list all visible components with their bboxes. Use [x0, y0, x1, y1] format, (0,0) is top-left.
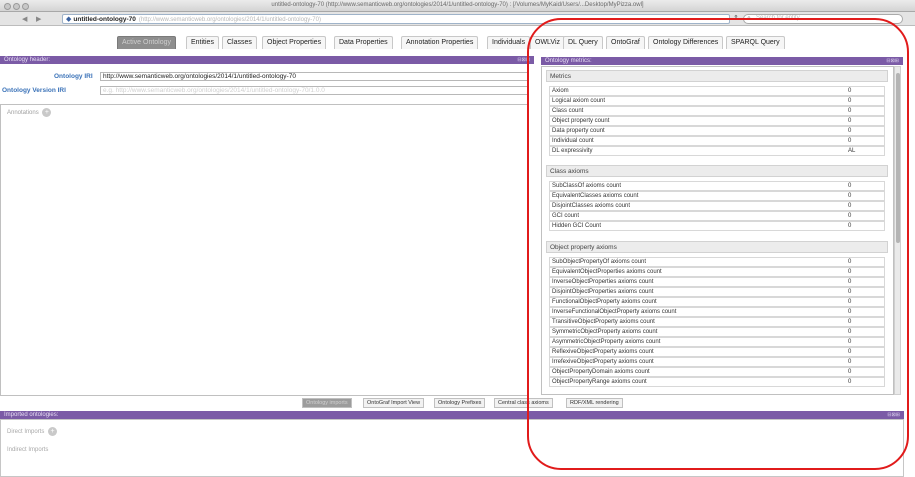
ontology-iri-label: Ontology IRI: [54, 73, 93, 80]
metric-row: Individual count 0: [549, 136, 885, 146]
tab-individuals[interactable]: Individuals: [487, 36, 531, 49]
tab-annotation-properties[interactable]: Annotation Properties: [401, 36, 479, 49]
active-ontology-selector[interactable]: ◆ untitled-ontology-70 (http://www.semanti…: [62, 14, 730, 24]
tab-classes[interactable]: Classes: [222, 36, 257, 49]
metric-row: ObjectPropertyDomain axioms count 0: [549, 367, 885, 377]
window-title: untitled-ontology-70 (http://www.semanti…: [271, 2, 644, 8]
tab-object-properties[interactable]: Object Properties: [262, 36, 327, 49]
add-import-icon[interactable]: +: [48, 427, 58, 436]
back-arrow-icon[interactable]: ◀: [22, 15, 27, 23]
tab-owlviz[interactable]: OWLViz: [530, 36, 566, 49]
tab-ontograf[interactable]: OntoGraf: [606, 36, 645, 49]
tab-ontograf-import-view[interactable]: OntoGraf Import View: [363, 398, 425, 408]
metric-row: Class count 0: [549, 106, 885, 116]
metric-row: Hidden GCI Count 0: [549, 221, 885, 231]
metric-row: EquivalentClasses axioms count 0: [549, 191, 885, 201]
ontology-iri-field[interactable]: http://www.semanticweb.org/ontologies/20…: [100, 72, 528, 81]
metric-row: DisjointObjectProperties axioms count 0: [549, 287, 885, 297]
direct-imports-label: Direct Imports: [7, 429, 45, 436]
metric-row: InverseFunctionalObjectProperty axioms c…: [549, 307, 885, 317]
metric-row: GCI count 0: [549, 211, 885, 221]
tab-ontology-differences[interactable]: Ontology Differences: [648, 36, 724, 49]
ontology-diamond-icon: ◆: [66, 16, 72, 23]
workspace-tabs: Active Ontology Entities Classes Object …: [0, 36, 915, 50]
metric-row: SymmetricObjectProperty axioms count 0: [549, 327, 885, 337]
tab-ontology-imports[interactable]: Ontology imports: [302, 398, 352, 408]
ontology-metrics-title: Ontology metrics:: [545, 58, 592, 64]
metric-row: Object property count 0: [549, 116, 885, 126]
tab-entities[interactable]: Entities: [186, 36, 219, 49]
direct-imports-header: Direct Imports +: [7, 427, 58, 436]
active-ontology-name: untitled-ontology-70: [73, 16, 136, 23]
metric-row: SubClassOf axioms count 0: [549, 181, 885, 191]
imported-ontologies-titlebar: Imported ontologies: ⊟⊠⊞: [0, 411, 904, 419]
entity-search-input[interactable]: ⌕ Search for entity: [743, 14, 903, 24]
tab-dl-query[interactable]: DL Query: [563, 36, 603, 49]
annotations-label: Annotations: [7, 110, 39, 117]
imported-ontologies-pane: Direct Imports + Indirect Imports: [0, 419, 904, 477]
metric-row: DL expressivity AL: [549, 146, 885, 156]
metrics-scrollbar[interactable]: [894, 66, 901, 395]
section-metrics-header: Metrics: [546, 70, 888, 82]
tab-active-ontology[interactable]: Active Ontology: [117, 36, 177, 49]
tab-sparql-query[interactable]: SPARQL Query: [726, 36, 785, 49]
tab-central-class-axioms[interactable]: Central class axioms: [494, 398, 553, 408]
indirect-imports-label: Indirect Imports: [7, 447, 49, 453]
metric-row: AsymmetricObjectProperty axioms count 0: [549, 337, 885, 347]
metric-row: FunctionalObjectProperty axioms count 0: [549, 297, 885, 307]
panel-window-buttons[interactable]: ⊟⊠⊞: [517, 56, 530, 64]
tab-ontology-prefixes[interactable]: Ontology Prefixes: [434, 398, 486, 408]
bottom-tabs: Ontology imports OntoGraf Import View On…: [0, 398, 915, 408]
selector-arrows-icon[interactable]: ⇕: [733, 14, 739, 22]
section-class-axioms-header: Class axioms: [546, 165, 888, 177]
metrics-scrollbar-thumb[interactable]: [896, 73, 900, 243]
ontology-header-titlebar: Ontology header: ⊟⊠⊞: [0, 56, 534, 64]
annotations-header: Annotations +: [7, 108, 52, 117]
add-annotation-icon[interactable]: +: [42, 108, 52, 117]
ontology-metrics-titlebar: Ontology metrics: ⊟⊠⊞: [541, 57, 903, 65]
metric-row: Logical axiom count 0: [549, 96, 885, 106]
metric-row: ReflexiveObjectProperty axioms count 0: [549, 347, 885, 357]
forward-arrow-icon[interactable]: ▶: [36, 15, 41, 23]
metric-row: SubObjectPropertyOf axioms count 0: [549, 257, 885, 267]
metric-row: InverseObjectProperties axioms count 0: [549, 277, 885, 287]
metric-row: IrrefexiveObjectProperty axioms count 0: [549, 357, 885, 367]
metric-row: ObjectPropertyRange axioms count 0: [549, 377, 885, 387]
ontology-header-title: Ontology header:: [4, 57, 51, 63]
window-titlebar: untitled-ontology-70 (http://www.semanti…: [0, 0, 915, 12]
imports-panel-window-buttons[interactable]: ⊟⊠⊞: [887, 411, 900, 419]
imported-ontologies-title: Imported ontologies:: [4, 412, 59, 418]
metric-row: DisjointClasses axioms count 0: [549, 201, 885, 211]
tab-rdf-xml-rendering[interactable]: RDF/XML rendering: [566, 398, 623, 408]
section-object-property-axioms-header: Object property axioms: [546, 241, 888, 253]
metric-row: EquivalentObjectProperties axioms count 0: [549, 267, 885, 277]
ontology-version-iri-label: Ontology Version IRI: [2, 87, 66, 94]
annotations-pane: Annotations +: [0, 104, 528, 396]
search-icon: ⌕: [747, 15, 751, 22]
metrics-panel-window-buttons[interactable]: ⊟⊠⊞: [886, 57, 899, 65]
metric-row: TransitiveObjectProperty axioms count 0: [549, 317, 885, 327]
ontology-version-iri-field[interactable]: e.g. http://www.semanticweb.org/ontologi…: [100, 86, 528, 95]
ontology-metrics-list: Metrics Axiom 0 Logical axiom count 0 Clas…: [541, 66, 894, 395]
active-ontology-iri: (http://www.semanticweb.org/ontologies/2…: [138, 17, 321, 23]
tab-data-properties[interactable]: Data Properties: [334, 36, 393, 49]
metric-row: Axiom 0: [549, 86, 885, 96]
search-placeholder: Search for entity: [756, 15, 800, 21]
metric-row: Data property count 0: [549, 126, 885, 136]
address-bar: ◀ ▶ ◆ untitled-ontology-70 (http://www.sem…: [0, 12, 915, 26]
